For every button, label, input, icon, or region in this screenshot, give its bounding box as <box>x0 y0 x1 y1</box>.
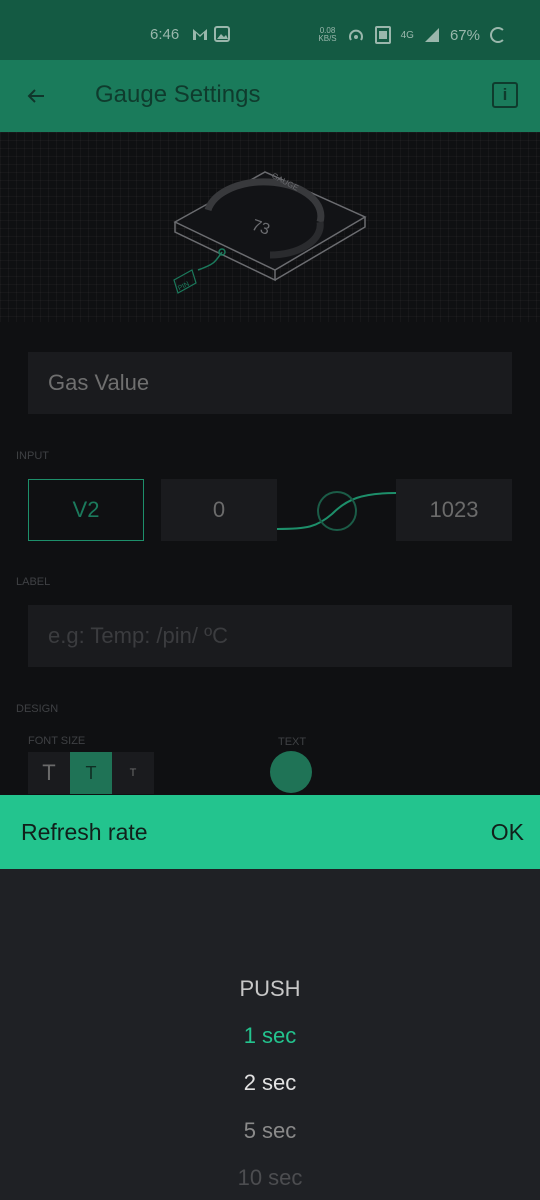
label-section-label: LABEL <box>16 576 51 588</box>
signal-icon <box>424 28 439 42</box>
picker-option-push[interactable]: PUSH <box>0 976 540 1002</box>
hotspot-icon <box>348 29 363 41</box>
design-section-label: DESIGN <box>16 703 59 715</box>
picker-option-10-sec[interactable]: 10 sec <box>0 1165 540 1191</box>
font-size-small-button[interactable]: T <box>112 752 154 794</box>
network-speed: 0.08 KB/S <box>318 26 337 43</box>
pin-preview-label: PIN <box>177 281 191 293</box>
font-size-selector: T T T <box>28 752 154 794</box>
status-bar: 6:46 0.08 KB/S 4G 67% <box>0 0 540 60</box>
gauge-preview-illustration: 73 GAUGE PIN <box>173 171 367 294</box>
picker-option-1-sec[interactable]: 1 sec <box>0 1023 540 1049</box>
input-section-label: INPUT <box>16 450 49 462</box>
widget-name-input[interactable]: Gas Value <box>28 352 512 414</box>
image-icon <box>214 26 230 42</box>
gmail-icon <box>193 29 207 40</box>
text-color-picker[interactable] <box>270 751 312 793</box>
info-icon[interactable]: i <box>492 82 518 108</box>
battery-percent: 67% <box>449 26 480 44</box>
refresh-rate-picker[interactable]: PUSH 1 sec 2 sec 5 sec 10 sec <box>0 869 540 1200</box>
widget-preview: 73 GAUGE PIN <box>0 132 540 322</box>
volte-icon <box>374 26 391 44</box>
sheet-title: Refresh rate <box>21 819 148 845</box>
pin-select[interactable]: V2 <box>28 479 144 541</box>
status-time: 6:46 <box>150 26 180 43</box>
label-input[interactable]: e.g: Temp: /pin/ ºC <box>28 605 512 667</box>
app-bar: Gauge Settings i <box>0 60 540 132</box>
font-size-label: FONT SIZE <box>28 735 86 747</box>
mapping-curve-icon <box>277 491 396 531</box>
font-size-medium-button[interactable]: T <box>70 752 112 794</box>
min-value-input[interactable]: 0 <box>161 479 277 541</box>
settings-content: 73 GAUGE PIN Gas Value INPUT V2 0 1023 L… <box>0 132 540 795</box>
text-color-label: TEXT <box>278 736 307 748</box>
refresh-rate-sheet-header: Refresh rate OK <box>0 795 540 869</box>
max-value-input[interactable]: 1023 <box>396 479 512 541</box>
ok-button[interactable]: OK <box>491 819 524 846</box>
font-size-large-button[interactable]: T <box>28 752 70 794</box>
battery-icon <box>490 27 506 43</box>
picker-option-2-sec[interactable]: 2 sec <box>0 1070 540 1096</box>
page-title: Gauge Settings <box>95 81 261 108</box>
network-type: 4G <box>400 29 414 41</box>
back-arrow-icon[interactable] <box>24 84 48 108</box>
picker-option-5-sec[interactable]: 5 sec <box>0 1118 540 1144</box>
